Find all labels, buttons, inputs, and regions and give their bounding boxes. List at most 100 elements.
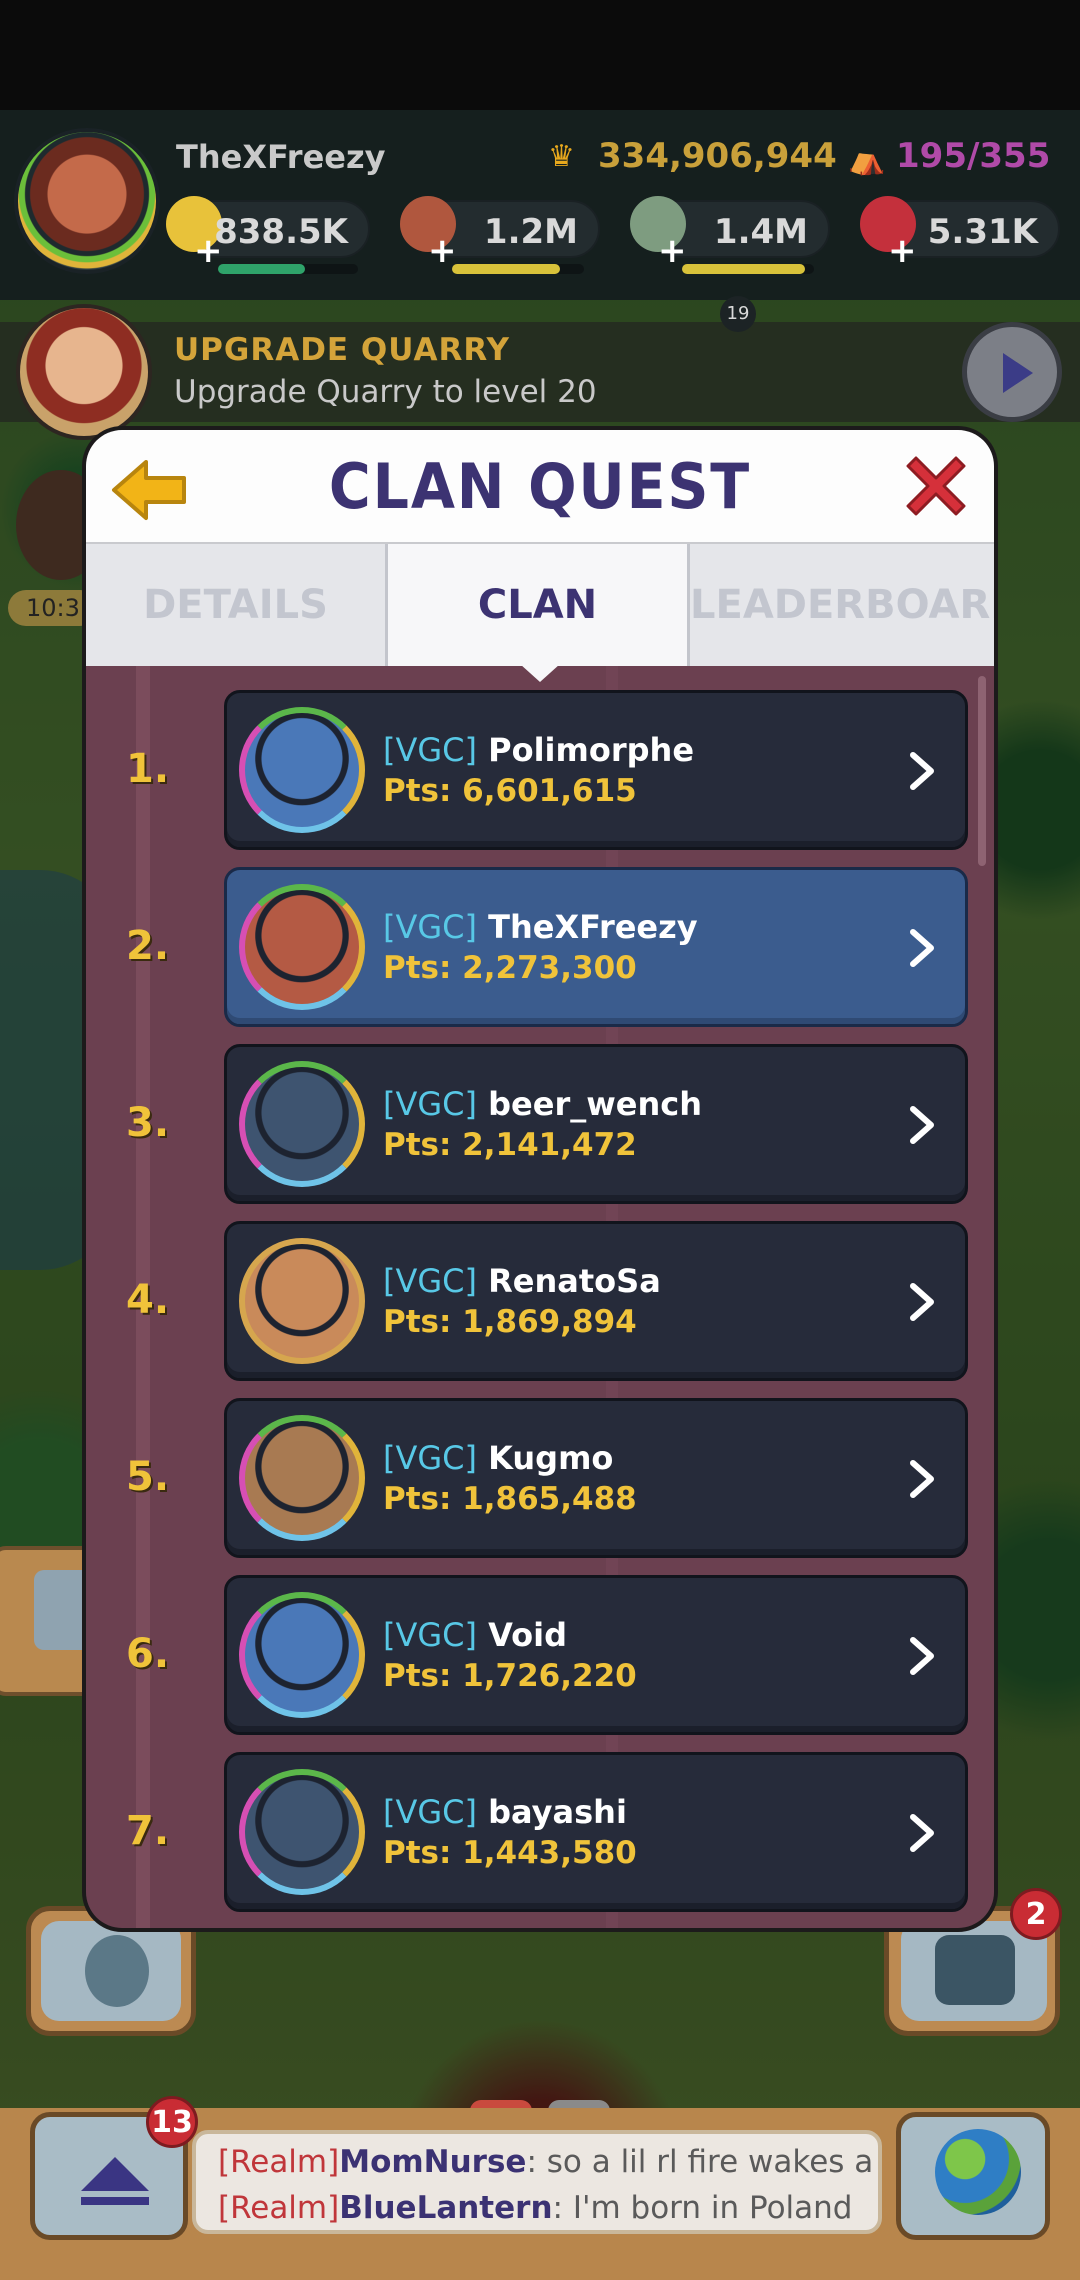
member-name: [VGC] Polimorphe bbox=[383, 731, 694, 769]
clan-tag: [VGC] bbox=[383, 1085, 477, 1123]
gems-value: 5.31K bbox=[927, 212, 1038, 252]
leaderboard-row[interactable]: 4. [VGC] RenatoSa Pts: 1,869,894 bbox=[86, 1221, 994, 1381]
clan-tag: [VGC] bbox=[383, 731, 477, 769]
quest-go-button[interactable] bbox=[962, 322, 1062, 422]
modal-header: CLAN QUEST bbox=[86, 430, 994, 542]
member-points: Pts: 2,273,300 bbox=[383, 950, 637, 986]
chat-channel-tag: [Realm] bbox=[218, 2144, 340, 2180]
stone-capacity-bar bbox=[682, 264, 814, 274]
member-avatar bbox=[239, 1061, 365, 1187]
gems-resource[interactable]: + 5.31K bbox=[860, 196, 1060, 268]
member-avatar bbox=[239, 1769, 365, 1895]
tab-bar: DETAILS CLAN LEADERBOARD bbox=[86, 542, 994, 666]
gold-capacity-bar bbox=[218, 264, 358, 274]
level-badge: 19 bbox=[720, 296, 756, 332]
member-card-highlighted[interactable]: [VGC] TheXFreezy Pts: 2,273,300 bbox=[224, 867, 968, 1027]
rank-number: 7. bbox=[126, 1808, 170, 1854]
population-icon: ⛺ bbox=[848, 142, 886, 177]
clan-tag: [VGC] bbox=[383, 1262, 477, 1300]
clan-tag: [VGC] bbox=[383, 1439, 477, 1477]
member-username: Kugmo bbox=[488, 1439, 614, 1477]
chevron-right-icon bbox=[910, 1106, 934, 1144]
add-food-icon[interactable]: + bbox=[428, 234, 457, 268]
chat-channel-tag: [Realm] bbox=[218, 2190, 340, 2226]
food-resource[interactable]: + 1.2M bbox=[400, 196, 600, 274]
member-card[interactable]: [VGC] RenatoSa Pts: 1,869,894 bbox=[224, 1221, 968, 1381]
rank-number: 5. bbox=[126, 1454, 170, 1500]
leaderboard-row[interactable]: 6. [VGC] Void Pts: 1,726,220 bbox=[86, 1575, 994, 1735]
trophy-count: 334,906,944 bbox=[598, 136, 837, 176]
stone-resource[interactable]: + 1.4M bbox=[630, 196, 830, 274]
rank-number: 2. bbox=[126, 923, 170, 969]
member-points: Pts: 2,141,472 bbox=[383, 1127, 637, 1163]
gold-value: 838.5K bbox=[214, 212, 348, 252]
chat-message: [Realm]MomNurse: so a lil rl fire wakes … bbox=[218, 2144, 873, 2180]
member-card[interactable]: [VGC] beer_wench Pts: 2,141,472 bbox=[224, 1044, 968, 1204]
member-avatar bbox=[239, 1238, 365, 1364]
member-card[interactable]: [VGC] bayashi Pts: 1,443,580 bbox=[224, 1752, 968, 1912]
chat-text: : so a lil rl fire wakes a bbox=[526, 2144, 874, 2180]
member-username: RenatoSa bbox=[488, 1262, 661, 1300]
tab-clan[interactable]: CLAN bbox=[388, 544, 690, 666]
close-button[interactable] bbox=[904, 454, 968, 518]
food-value: 1.2M bbox=[483, 212, 578, 252]
member-card[interactable]: [VGC] Polimorphe Pts: 6,601,615 bbox=[224, 690, 968, 850]
rank-number: 3. bbox=[126, 1100, 170, 1146]
tab-details[interactable]: DETAILS bbox=[86, 544, 388, 666]
chat-username: MomNurse bbox=[339, 2144, 527, 2180]
member-avatar bbox=[239, 707, 365, 833]
member-points: Pts: 1,726,220 bbox=[383, 1658, 637, 1694]
add-stone-icon[interactable]: + bbox=[658, 234, 687, 268]
member-username: bayashi bbox=[488, 1793, 627, 1831]
member-points: Pts: 1,865,488 bbox=[383, 1481, 637, 1517]
member-avatar bbox=[239, 884, 365, 1010]
side-timer: 10:3 bbox=[8, 590, 98, 626]
leaderboard-row[interactable]: 7. [VGC] bayashi Pts: 1,443,580 bbox=[86, 1752, 994, 1912]
member-username: Polimorphe bbox=[488, 731, 695, 769]
member-username: TheXFreezy bbox=[488, 908, 698, 946]
member-card[interactable]: [VGC] Kugmo Pts: 1,865,488 bbox=[224, 1398, 968, 1558]
add-gems-icon[interactable]: + bbox=[888, 234, 917, 268]
member-username: Void bbox=[488, 1616, 568, 1654]
shield-icon bbox=[85, 1935, 149, 2007]
player-avatar[interactable] bbox=[14, 128, 160, 274]
list-scrollbar[interactable] bbox=[978, 676, 986, 866]
leaderboard-row[interactable]: 5. [VGC] Kugmo Pts: 1,865,488 bbox=[86, 1398, 994, 1558]
rank-number: 4. bbox=[126, 1277, 170, 1323]
member-name: [VGC] Kugmo bbox=[383, 1439, 613, 1477]
leaderboard-row[interactable]: 1. [VGC] Polimorphe Pts: 6,601,615 bbox=[86, 690, 994, 850]
leaderboard-row[interactable]: 3. [VGC] beer_wench Pts: 2,141,472 bbox=[86, 1044, 994, 1204]
member-points: Pts: 1,869,894 bbox=[383, 1304, 637, 1340]
left-side-button[interactable] bbox=[0, 1546, 100, 1696]
clan-tag: [VGC] bbox=[383, 1793, 477, 1831]
menu-notification-badge: 13 bbox=[146, 2096, 198, 2148]
close-icon bbox=[906, 456, 966, 516]
modal-title: CLAN QUEST bbox=[328, 450, 752, 523]
leaderboard-row-current-player[interactable]: 2. [VGC] TheXFreezy Pts: 2,273,300 bbox=[86, 867, 994, 1027]
crown-icon: ♛ bbox=[548, 139, 575, 174]
chevron-right-icon bbox=[910, 929, 934, 967]
chat-preview[interactable]: [Realm]MomNurse: so a lil rl fire wakes … bbox=[192, 2130, 882, 2234]
globe-icon bbox=[935, 2129, 1021, 2215]
tab-leaderboard[interactable]: LEADERBOARD bbox=[690, 544, 994, 666]
rank-number: 1. bbox=[126, 746, 170, 792]
member-name: [VGC] beer_wench bbox=[383, 1085, 702, 1123]
clan-leaderboard-list[interactable]: 1. [VGC] Polimorphe Pts: 6,601,615 2. [V… bbox=[86, 666, 994, 1928]
monster-icon bbox=[935, 1935, 1015, 2005]
member-points: Pts: 1,443,580 bbox=[383, 1835, 637, 1871]
member-points: Pts: 6,601,615 bbox=[383, 773, 637, 809]
chat-text: : I'm born in Poland bbox=[552, 2190, 853, 2226]
quest-giver-avatar bbox=[16, 304, 152, 440]
stone-value: 1.4M bbox=[713, 212, 808, 252]
quest-title: UPGRADE QUARRY bbox=[174, 332, 510, 368]
gold-resource[interactable]: + 838.5K bbox=[166, 196, 370, 274]
clan-quest-modal: CLAN QUEST DETAILS CLAN LEADERBOARD 1. [… bbox=[86, 430, 994, 1928]
chevron-right-icon bbox=[910, 1283, 934, 1321]
member-name: [VGC] bayashi bbox=[383, 1793, 627, 1831]
world-map-button[interactable] bbox=[896, 2112, 1050, 2240]
member-name: [VGC] RenatoSa bbox=[383, 1262, 661, 1300]
rank-number: 6. bbox=[126, 1631, 170, 1677]
member-card[interactable]: [VGC] Void Pts: 1,726,220 bbox=[224, 1575, 968, 1735]
chat-username: BlueLantern bbox=[339, 2190, 553, 2226]
chevron-right-icon bbox=[910, 752, 934, 790]
